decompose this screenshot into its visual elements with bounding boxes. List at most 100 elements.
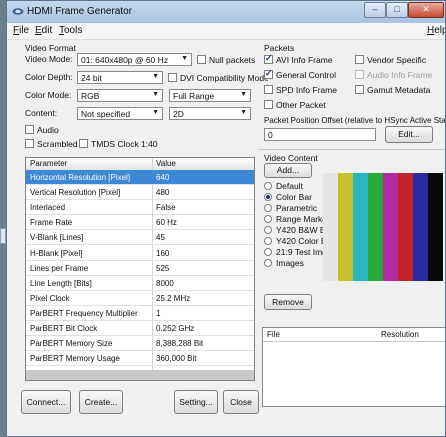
spd-info-frame-checkbox[interactable] [264,85,273,94]
packet-offset-input[interactable]: 0 [264,128,376,141]
menu-bar: File Edit Tools Help [7,23,445,40]
spd-info-frame-label: SPD Info Frame [276,85,337,95]
video-content-radio[interactable] [264,237,272,245]
dimension-value: 2D [173,109,184,119]
column-header-value: Value [156,159,176,168]
file-list[interactable]: File Resolution [262,327,445,407]
connect-button[interactable]: Connect... [21,390,71,414]
scrambled-checkbox[interactable] [25,139,34,148]
other-packet-checkbox[interactable] [264,100,273,109]
chevron-down-icon: ▼ [181,55,188,62]
color-depth-select[interactable]: 24 bit ▼ [77,71,163,84]
vendor-specific-checkbox[interactable] [355,55,364,64]
packet-offset-label: Packet Position Offset (relative to HSyn… [264,116,446,125]
value-cell: 8000 [156,278,174,288]
video-content-radio[interactable] [264,193,272,201]
null-packets-checkbox[interactable] [197,55,206,64]
table-row[interactable]: Line Length [Bits] 8000 [26,276,254,291]
table-row[interactable]: ParBERT Memory Size 8,388,288 Bit [26,336,254,352]
table-row[interactable]: ParBERT Frequency Multiplier 1 [26,306,254,321]
value-cell: 25.2 MHz [156,293,191,303]
audio-label: Audio [37,125,59,135]
add-content-button[interactable]: Add... [264,163,312,178]
parameter-cell: H-Blank [Pixel] [30,248,83,258]
minimize-button[interactable]: – [364,2,386,18]
video-content-option-label: Range Marker [276,214,330,224]
general-control-checkbox[interactable] [264,68,273,79]
color-mode-select[interactable]: RGB ▼ [77,89,163,102]
maximize-icon: □ [394,4,400,14]
content-value: Not specified [81,109,131,119]
video-mode-select[interactable]: 01: 640x480p @ 60 Hz ▼ [77,53,192,66]
table-row[interactable]: ParBERT Bit Clock 0.252 GHz [26,321,254,336]
value-cell: 0.252 GHz [156,324,195,333]
remove-content-button[interactable]: Remove [264,294,312,310]
table-row[interactable]: Vertical Resolution [Pixel] 480 [26,185,254,201]
video-content-option-label: 21:9 Test Img [276,247,327,257]
range-select[interactable]: Full Range ▼ [169,89,251,102]
content-select[interactable]: Not specified ▼ [77,107,163,120]
gamut-metadata-checkbox[interactable] [355,85,364,94]
parameter-cell: ParBERT Memory Usage [30,354,120,364]
value-cell: 360,000 Bit [156,354,197,364]
parameter-cell: ParBERT Bit Clock [30,324,98,333]
video-content-label: Video Content [264,153,318,163]
packet-offset-value: 0 [268,130,273,140]
column-header-resolution: Resolution [381,330,419,339]
video-format-label: Video Format [25,43,76,53]
other-packet-label: Other Packet [276,100,326,110]
video-content-radio[interactable] [264,215,272,223]
parameter-cell: ParBERT Memory Size [30,339,113,349]
menu-file[interactable]: File [13,25,29,36]
menu-tools[interactable]: Tools [59,25,82,36]
close-icon: ✕ [422,4,430,14]
parameter-table[interactable]: Parameter Value Horizontal Resolution [P… [25,157,255,381]
video-content-radio[interactable] [264,204,272,212]
table-row[interactable]: V-Blank [Lines] 45 [26,230,254,246]
file-list-header: File Resolution [263,328,445,342]
setting-button[interactable]: Setting... [174,390,218,414]
color-bar-stripe [383,173,398,281]
color-bar-stripe [398,173,413,281]
close-window-button[interactable]: ✕ [408,2,444,18]
main-window: HDMI Frame Generator – □ ✕ File Edit Too… [6,0,446,437]
dvi-compat-checkbox[interactable] [168,73,177,82]
value-cell: 1 [156,308,161,318]
audio-checkbox[interactable] [25,125,34,134]
maximize-button[interactable]: □ [386,2,408,18]
create-button[interactable]: Create... [79,390,123,414]
table-row[interactable]: Pixel Clock 25.2 MHz [26,291,254,306]
table-row[interactable]: Horizontal Resolution [Pixel] 640 [26,170,254,185]
video-mode-value: 01: 640x480p @ 60 Hz [81,55,169,65]
edit-packet-button[interactable]: Edit... [385,126,433,143]
table-row[interactable]: Frame Rate 60 Hz [26,215,254,231]
table-row[interactable]: ParBERT Memory Usage 360,000 Bit [26,351,254,367]
value-cell: 640 [156,173,170,182]
menu-edit[interactable]: Edit [35,25,52,36]
tmds-clock-label: TMDS Clock 1:40 [91,139,158,149]
menu-help[interactable]: Help [427,25,445,36]
dimension-select[interactable]: 2D ▼ [169,107,251,120]
content-label: Content: [25,108,58,118]
avi-info-frame-checkbox[interactable] [264,53,273,64]
video-content-radio[interactable] [264,182,272,190]
video-content-radio[interactable] [264,259,272,267]
chevron-down-icon: ▼ [152,91,159,98]
table-empty-area [26,370,254,380]
tmds-clock-checkbox[interactable] [79,139,88,148]
close-button[interactable]: Close [223,390,259,414]
color-bar-stripe [428,173,443,281]
range-value: Full Range [173,91,215,101]
value-cell: False [156,203,176,213]
color-bar-preview [323,173,443,281]
video-content-radio[interactable] [264,248,272,256]
table-row[interactable]: Lines per Frame 525 [26,261,254,276]
chevron-down-icon: ▼ [152,73,159,80]
audio-info-frame-checkbox[interactable] [355,70,364,79]
dvi-compat-label: DVI Compatibility Mode [180,73,269,83]
table-row[interactable]: H-Blank [Pixel] 160 [26,246,254,261]
vendor-specific-label: Vendor Specific [367,55,427,65]
table-row[interactable]: Interlaced False [26,200,254,216]
title-bar[interactable]: HDMI Frame Generator – □ ✕ [7,1,445,23]
video-content-radio[interactable] [264,226,272,234]
